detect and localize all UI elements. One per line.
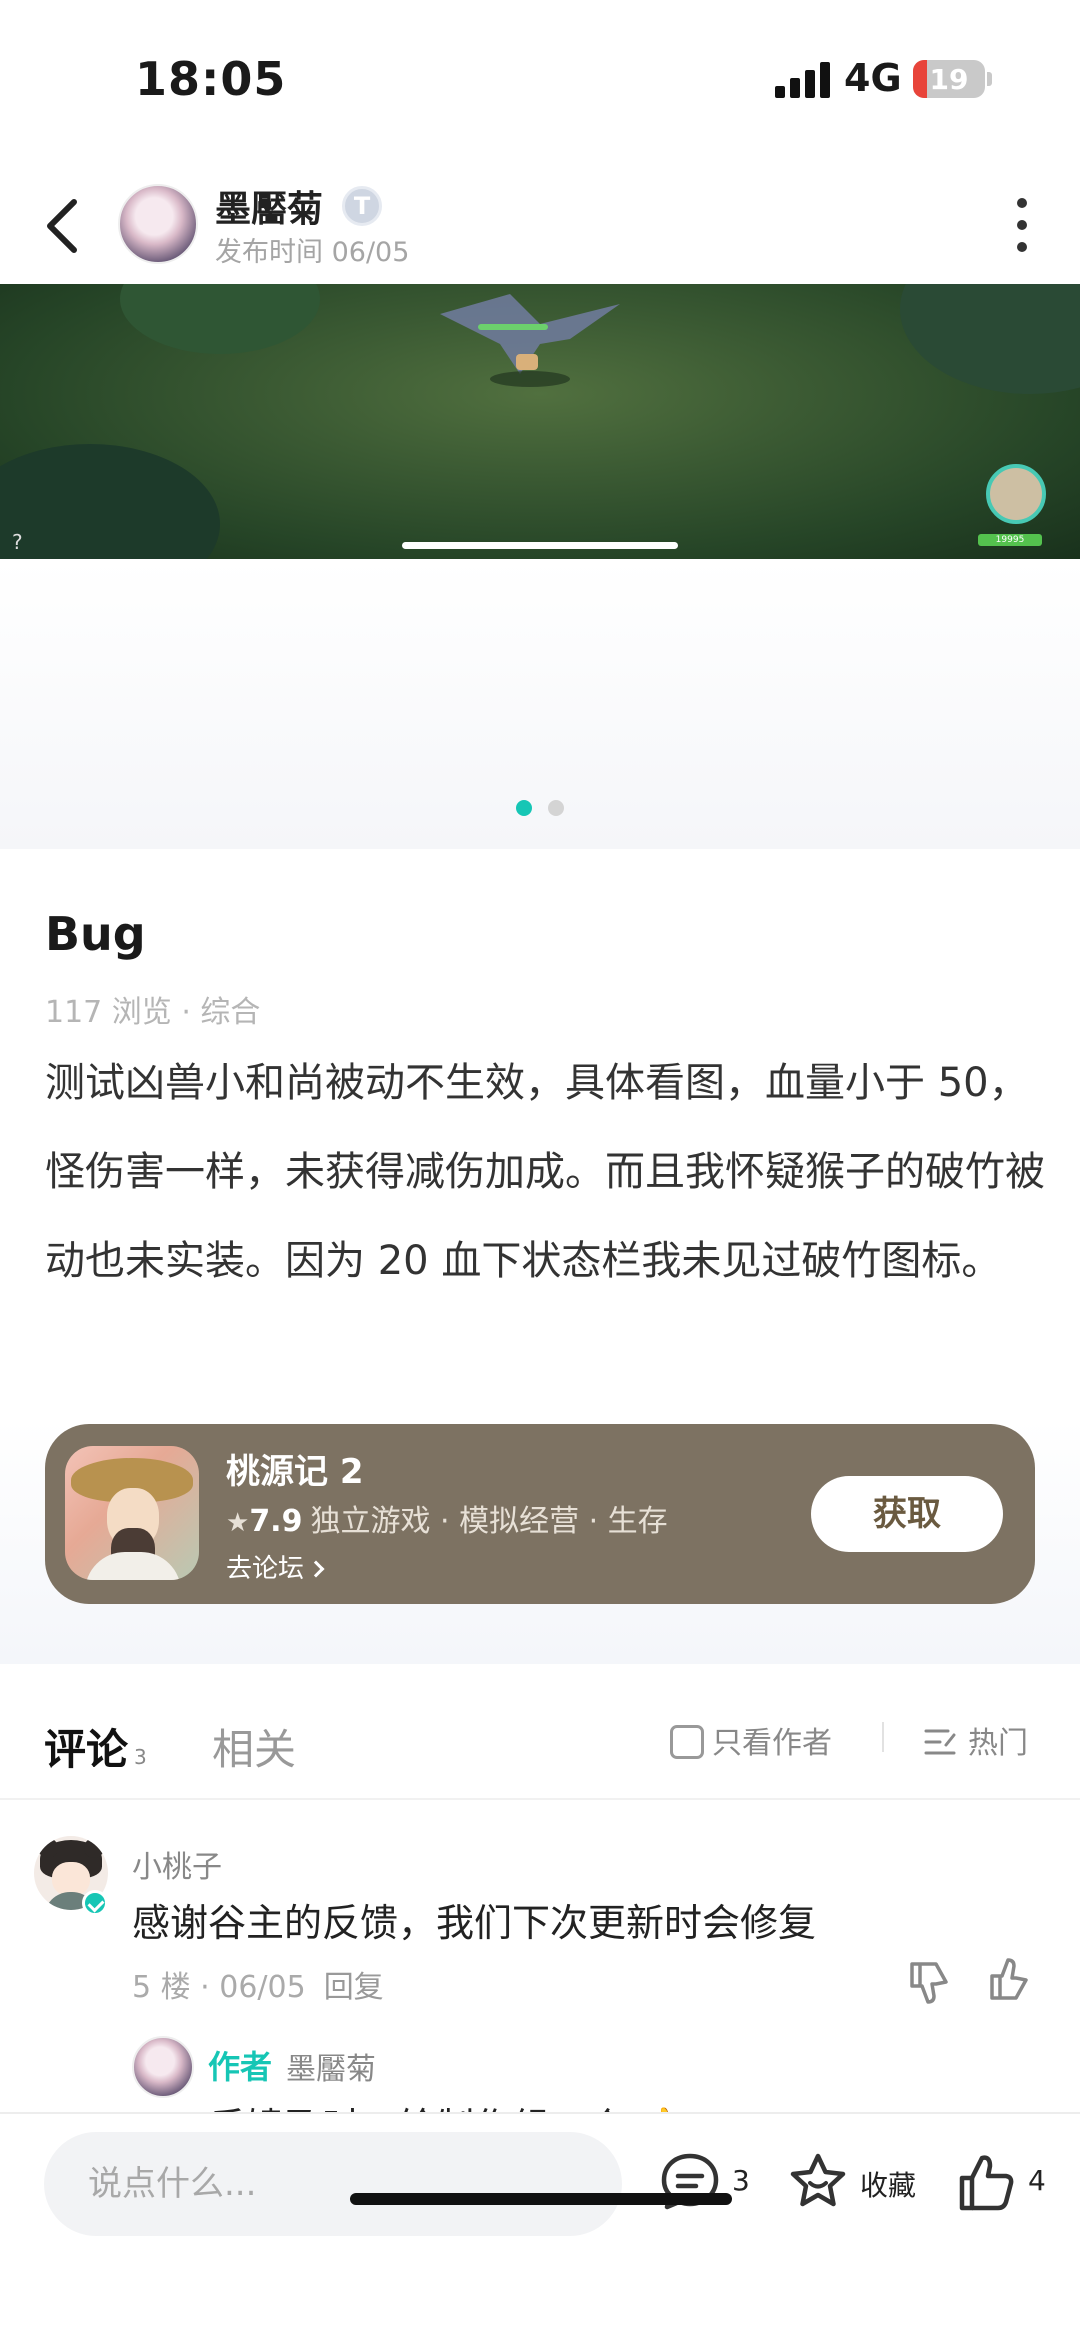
status-time: 18:05 [135,52,287,106]
like-button[interactable]: 4 [954,2150,1054,2220]
chevron-right-icon [307,1560,325,1578]
game-creature-image [440,294,620,387]
battery-icon: 19 [913,60,985,98]
commenter-name[interactable]: 小桃子 [132,1842,222,1886]
reply-button[interactable]: 回复 [324,1970,384,2005]
game-tags: 独立游戏 · 模拟经营 · 生存 [310,1504,668,1539]
more-dots-icon [1017,198,1027,208]
game-name: 桃源记 2 [226,1452,364,1492]
post-body: 测试凶兽小和尚被动不生效，具体看图，血量小于 50，怪伤害一样，未获得减伤加成。… [45,1060,1045,1284]
enemy-hp-bar [478,324,548,330]
tab-comments-count: 3 [134,1745,147,1769]
reply-author-name[interactable]: 墨靨菊 [286,2044,376,2088]
author-avatar[interactable] [118,184,198,264]
post-content: Bug 117 浏览 · 综合 测试凶兽小和尚被动不生效，具体看图，血量小于 5… [0,849,1080,1664]
go-to-forum-link[interactable]: 去论坛 [226,1548,325,1585]
tab-comments-label: 评论 [44,1725,129,1774]
game-rating: 7.9 [249,1504,303,1539]
carousel-page-dots [0,800,1080,820]
checkbox-icon [670,1725,704,1759]
tab-divider [882,1722,884,1752]
comments-button[interactable]: 3 [658,2150,758,2220]
home-indicator [350,2193,732,2205]
post-header: 墨靨菊 T 发布时间 06/05 [0,168,1080,284]
comment-tabs: 评论 3 相关 只看作者 热门 [0,1664,1080,1800]
image-scroll-indicator [402,542,678,549]
author-tag: 作者 [208,2048,273,2086]
thumbs-up-icon[interactable] [984,1956,1034,2006]
author-name[interactable]: 墨靨菊 [215,180,323,232]
verified-icon [82,1890,108,1916]
sort-icon [924,1729,956,1755]
author-level-badge: T [342,186,382,226]
back-button[interactable] [32,190,96,262]
status-bar: 18:05 4G 19 [0,0,1080,160]
battery-nub [987,72,992,86]
game-card[interactable]: 桃源记 2 ★7.9 独立游戏 · 模拟经营 · 生存 去论坛 获取 [45,1424,1035,1604]
reply-author-avatar[interactable] [132,2036,194,2098]
game-icon[interactable] [65,1446,199,1580]
get-game-button[interactable]: 获取 [811,1476,1003,1552]
comment-list: 小桃子 感谢谷主的反馈，我们下次更新时会修复 5 楼 · 06/05 回复 作者 … [0,1800,1080,2112]
comment-meta: 5 楼 · 06/05 回复 [132,1962,384,2006]
reply-text: 反馈及时，绘制作组一个 👍 [208,2096,685,2112]
comment-floor-date: 5 楼 · 06/05 [132,1970,306,2005]
post-meta: 117 浏览 · 综合 [45,995,261,1030]
publish-time: 发布时间 06/05 [215,237,410,268]
comment-input[interactable] [44,2132,622,2236]
comment-count: 3 [732,2164,750,2197]
thumbs-down-icon[interactable] [904,1956,954,2006]
thumbs-up-icon [959,2155,1014,2211]
tab-comments[interactable]: 评论 3 [44,1716,147,1777]
unit-avatar [986,464,1046,524]
like-count: 4 [1028,2164,1046,2197]
author-only-label: 只看作者 [712,1726,832,1761]
author-only-toggle[interactable]: 只看作者 [670,1718,832,1762]
signal-icon [775,62,831,98]
more-options-button[interactable] [1004,198,1040,258]
network-type: 4G [844,56,902,100]
carousel-dot-active[interactable] [516,800,532,816]
help-mark: ? [12,530,23,554]
battery-level: 19 [929,63,969,96]
post-image-carousel[interactable]: 19995 ? [0,284,1080,559]
game-info: ★7.9 独立游戏 · 模拟经营 · 生存 [226,1496,668,1540]
chevron-left-icon [47,199,77,253]
carousel-dot[interactable] [548,800,564,816]
post-title: Bug [45,907,146,961]
sort-hot-label: 热门 [968,1726,1028,1761]
sort-hot-button[interactable]: 热门 [924,1718,1028,1762]
comment-text: 感谢谷主的反馈，我们下次更新时会修复 [132,1901,817,1945]
favorite-button[interactable]: 收藏 [786,2150,926,2220]
tab-related[interactable]: 相关 [212,1716,296,1777]
bottom-action-bar: 3 收藏 4 [0,2112,1080,2341]
forum-link-label: 去论坛 [226,1554,305,1584]
star-icon: ★ [226,1508,250,1538]
star-icon [790,2153,846,2207]
favorite-label: 收藏 [860,2169,917,2202]
unit-hp-bar: 19995 [978,534,1042,546]
